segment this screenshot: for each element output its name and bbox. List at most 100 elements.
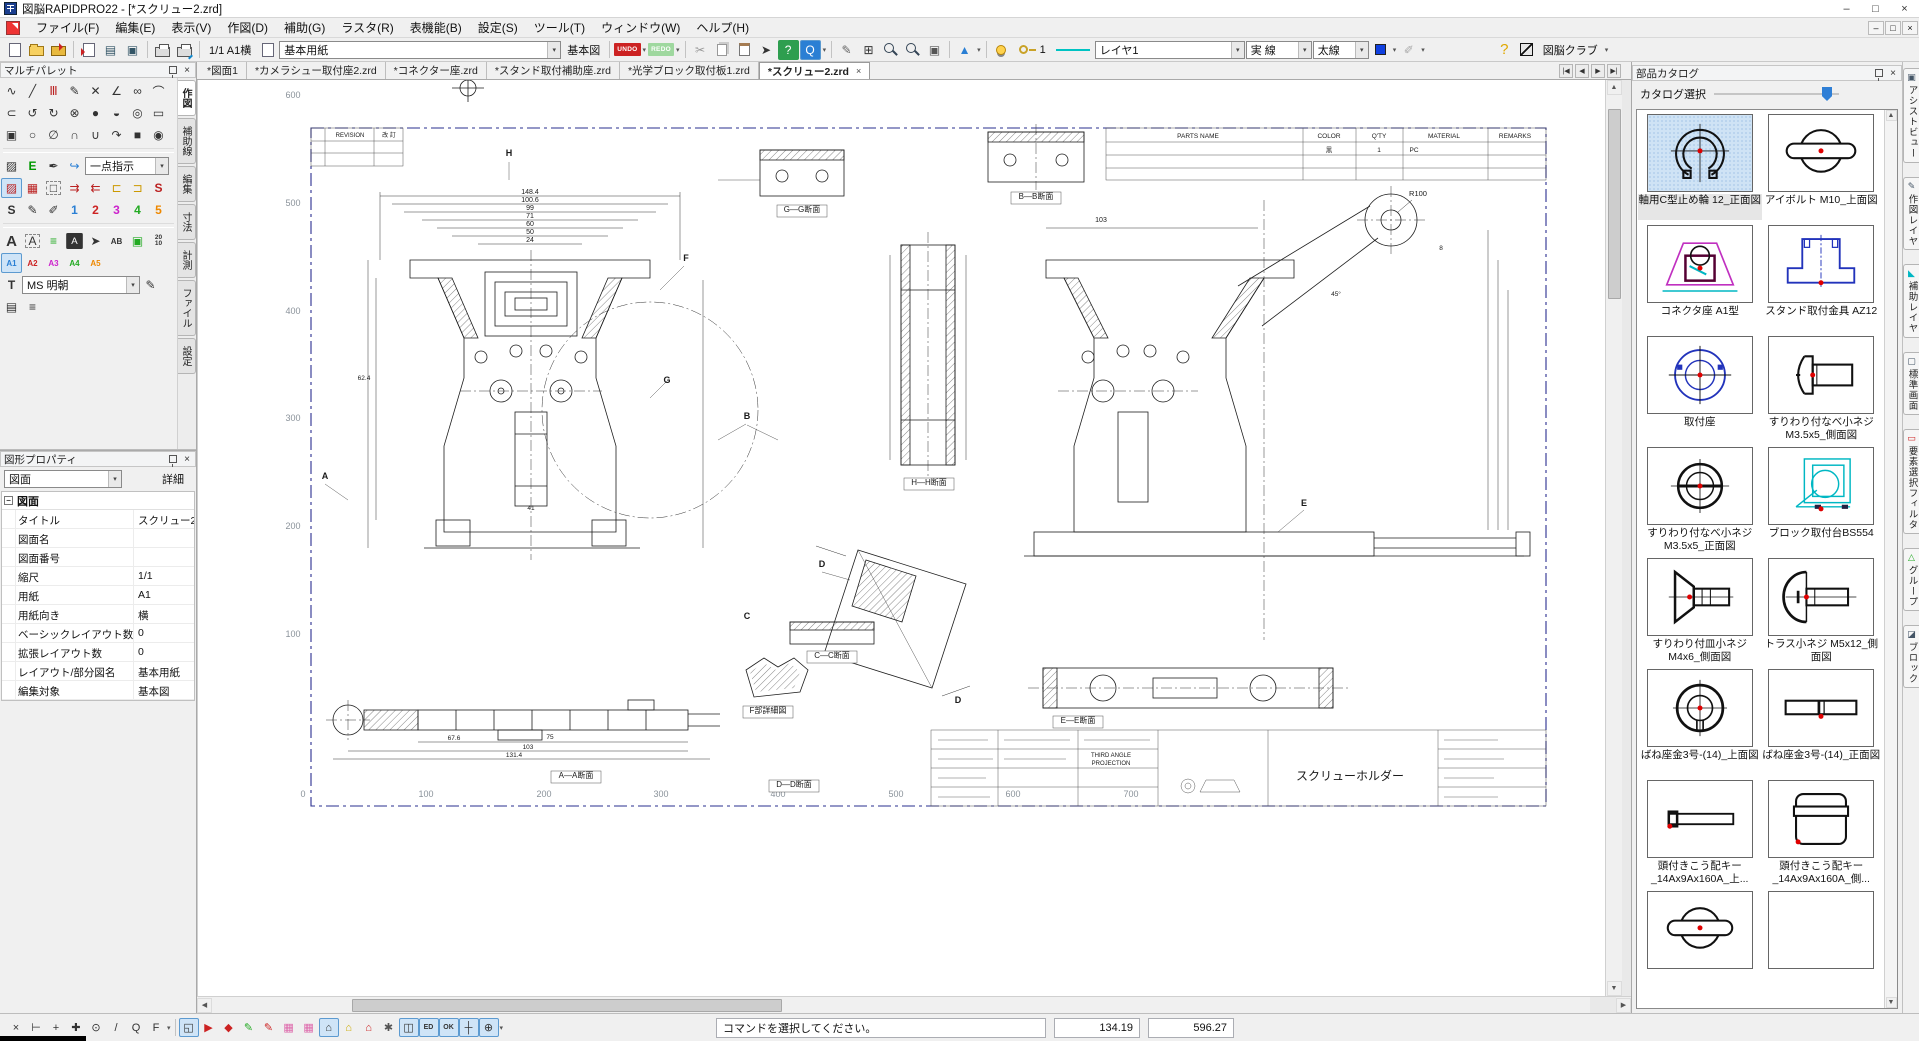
move-copy-tool[interactable]: ⇉ bbox=[64, 178, 85, 198]
document-tab[interactable]: *図面1 bbox=[199, 62, 247, 79]
document-list-icon[interactable]: ▤ bbox=[100, 40, 121, 60]
palette-tab-設定[interactable]: 設定 bbox=[178, 338, 196, 374]
menu-ヘルプ(H)[interactable]: ヘルプ(H) bbox=[688, 19, 757, 37]
status-overlap[interactable]: ◫ bbox=[399, 1018, 419, 1037]
catalog-item[interactable]: スタンド取付金具 AZ12 bbox=[1761, 225, 1883, 331]
side-tab-ブロック[interactable]: ◪ブロック bbox=[1903, 625, 1919, 688]
tangent-circle-tool[interactable]: ∞ bbox=[127, 81, 148, 101]
palette-tab-補助線[interactable]: 補助線 bbox=[178, 118, 196, 164]
overflow-chevron-icon[interactable]: ▾ bbox=[822, 46, 828, 54]
open-file-icon[interactable] bbox=[26, 40, 47, 60]
catalog-item-thumb[interactable] bbox=[1768, 336, 1874, 414]
zoom-command-icon[interactable]: Q bbox=[800, 40, 821, 60]
catalog-item[interactable] bbox=[1761, 891, 1883, 997]
property-row[interactable]: 用紙A1 bbox=[2, 586, 194, 605]
catalog-item[interactable]: 取付座 bbox=[1639, 336, 1761, 442]
scroll-down-icon[interactable]: ▼ bbox=[1886, 997, 1897, 1008]
status-home-red[interactable]: ⌂ bbox=[359, 1018, 379, 1037]
raster-image-tool[interactable]: ▦ bbox=[22, 178, 43, 198]
palette-tab-寸法[interactable]: 寸法 bbox=[178, 204, 196, 240]
stamp-book-tool[interactable]: S bbox=[1, 200, 22, 220]
overflow-chevron-icon[interactable]: ▾ bbox=[642, 46, 648, 54]
circle-center-tool[interactable]: ⊗ bbox=[64, 103, 85, 123]
detail-button[interactable]: 詳細 bbox=[154, 470, 192, 488]
stamp-s-tool[interactable]: S bbox=[148, 178, 169, 198]
new-file-icon[interactable] bbox=[4, 40, 25, 60]
text-copy-tool[interactable]: ▣ bbox=[127, 231, 148, 251]
move-back-tool[interactable]: ⇇ bbox=[85, 178, 106, 198]
menu-編集(E)[interactable]: 編集(E) bbox=[107, 19, 163, 37]
pick-mode-select[interactable]: 一点指示▾ bbox=[85, 157, 169, 175]
snap-figure-icon[interactable]: F bbox=[146, 1018, 166, 1037]
catalog-item-thumb[interactable] bbox=[1768, 780, 1874, 858]
catalog-item-thumb[interactable] bbox=[1647, 336, 1753, 414]
status-run[interactable]: ▶ bbox=[199, 1018, 219, 1037]
menu-補助(G)[interactable]: 補助(G) bbox=[276, 19, 333, 37]
catalog-item-thumb[interactable] bbox=[1647, 669, 1753, 747]
font-icon[interactable]: T bbox=[1, 275, 22, 295]
preset-1-tool[interactable]: 1 bbox=[64, 200, 85, 220]
catalog-item-thumb[interactable] bbox=[1768, 225, 1874, 303]
palette-tab-編集[interactable]: 編集 bbox=[178, 166, 196, 202]
status-pencil-green[interactable]: ✎ bbox=[239, 1018, 259, 1037]
catalog-item[interactable]: すりわり付なべ小ネジ M3.5x5_正面図 bbox=[1639, 447, 1761, 553]
snap-midpoint-icon[interactable]: ✚ bbox=[66, 1018, 86, 1037]
mdi-close-button[interactable]: × bbox=[1902, 21, 1918, 35]
catalog-item-thumb[interactable] bbox=[1768, 447, 1874, 525]
zoom-window-icon[interactable] bbox=[880, 40, 901, 60]
copy-icon[interactable] bbox=[712, 40, 733, 60]
text-frame-tool[interactable]: A bbox=[22, 231, 43, 251]
redo-button[interactable]: REDO bbox=[648, 43, 674, 56]
filled-circle-tool[interactable]: ● bbox=[85, 103, 106, 123]
overflow-chevron-icon[interactable]: ▾ bbox=[166, 1024, 172, 1032]
preset-3-tool[interactable]: 3 bbox=[106, 200, 127, 220]
minimize-button[interactable]: – bbox=[1832, 0, 1861, 17]
catalog-item-thumb[interactable] bbox=[1768, 114, 1874, 192]
preset-4-tool[interactable]: 4 bbox=[127, 200, 148, 220]
catalog-item-thumb[interactable] bbox=[1647, 780, 1753, 858]
text-tool[interactable]: A bbox=[1, 231, 22, 251]
print-preview-icon[interactable] bbox=[174, 40, 195, 60]
box-tool[interactable]: ▣ bbox=[1, 125, 22, 145]
catalog-size-slider[interactable] bbox=[1714, 87, 1894, 101]
select-arrow-icon[interactable]: ➤ bbox=[756, 40, 777, 60]
status-grid-a[interactable]: ▦ bbox=[279, 1018, 299, 1037]
print-icon[interactable] bbox=[152, 40, 173, 60]
document-tab[interactable]: *光学ブロック取付板1.zrd bbox=[620, 62, 759, 79]
menu-ウィンドウ(W)[interactable]: ウィンドウ(W) bbox=[593, 19, 688, 37]
catalog-item-thumb[interactable] bbox=[1647, 891, 1753, 969]
dark-circle-tool[interactable]: ◉ bbox=[148, 125, 169, 145]
close-button[interactable]: × bbox=[1890, 0, 1919, 17]
ink-tool[interactable]: ✒ bbox=[43, 156, 64, 176]
cut-icon[interactable]: ✂ bbox=[690, 40, 711, 60]
property-target-select[interactable]: 図面▾ bbox=[4, 470, 122, 488]
font-select[interactable]: MS 明朝▾ bbox=[22, 276, 140, 294]
property-group-row[interactable]: − 図面 bbox=[2, 492, 194, 510]
pin-icon[interactable] bbox=[1875, 69, 1883, 77]
arch-tool[interactable]: ∩ bbox=[64, 125, 85, 145]
tab-nav-button[interactable]: |◀ bbox=[1559, 64, 1573, 78]
concentric-circle-tool[interactable]: ◎ bbox=[127, 103, 148, 123]
angle-line-tool[interactable]: ∠ bbox=[106, 81, 127, 101]
parallel-lines-tool[interactable]: Ⅲ bbox=[43, 81, 64, 101]
property-row[interactable]: 図面名 bbox=[2, 529, 194, 548]
scroll-up-icon[interactable]: ▲ bbox=[1607, 80, 1622, 95]
catalog-close-icon[interactable]: × bbox=[1888, 68, 1898, 79]
overflow-chevron-icon[interactable]: ▾ bbox=[1392, 46, 1398, 54]
text-style-2[interactable]: A2 bbox=[22, 253, 43, 273]
status-mark[interactable]: ◆ bbox=[219, 1018, 239, 1037]
property-row[interactable]: レイアウト/部分図名基本用紙 bbox=[2, 662, 194, 681]
raster-pen-tool[interactable]: ✐ bbox=[43, 200, 64, 220]
line-tool[interactable]: ╱ bbox=[22, 81, 43, 101]
linewidth-select[interactable]: 太線▾ bbox=[1313, 41, 1369, 59]
u-curve-tool[interactable]: ∪ bbox=[85, 125, 106, 145]
snap-center-icon[interactable]: ⊙ bbox=[86, 1018, 106, 1037]
menu-ラスタ(R)[interactable]: ラスタ(R) bbox=[333, 19, 401, 37]
text-pair-tool[interactable]: AB bbox=[106, 231, 127, 251]
catalog-item-thumb[interactable] bbox=[1768, 669, 1874, 747]
document-tab[interactable]: *カメラシュー取付座2.zrd bbox=[247, 62, 386, 79]
catalog-item[interactable]: 頭付きこう配キー_14Ax9Ax160A_上... bbox=[1639, 780, 1761, 886]
snap-free-icon[interactable]: × bbox=[6, 1018, 26, 1037]
undo-button[interactable]: UNDO bbox=[614, 43, 640, 56]
quick-edit-icon[interactable]: ✎ bbox=[836, 40, 857, 60]
